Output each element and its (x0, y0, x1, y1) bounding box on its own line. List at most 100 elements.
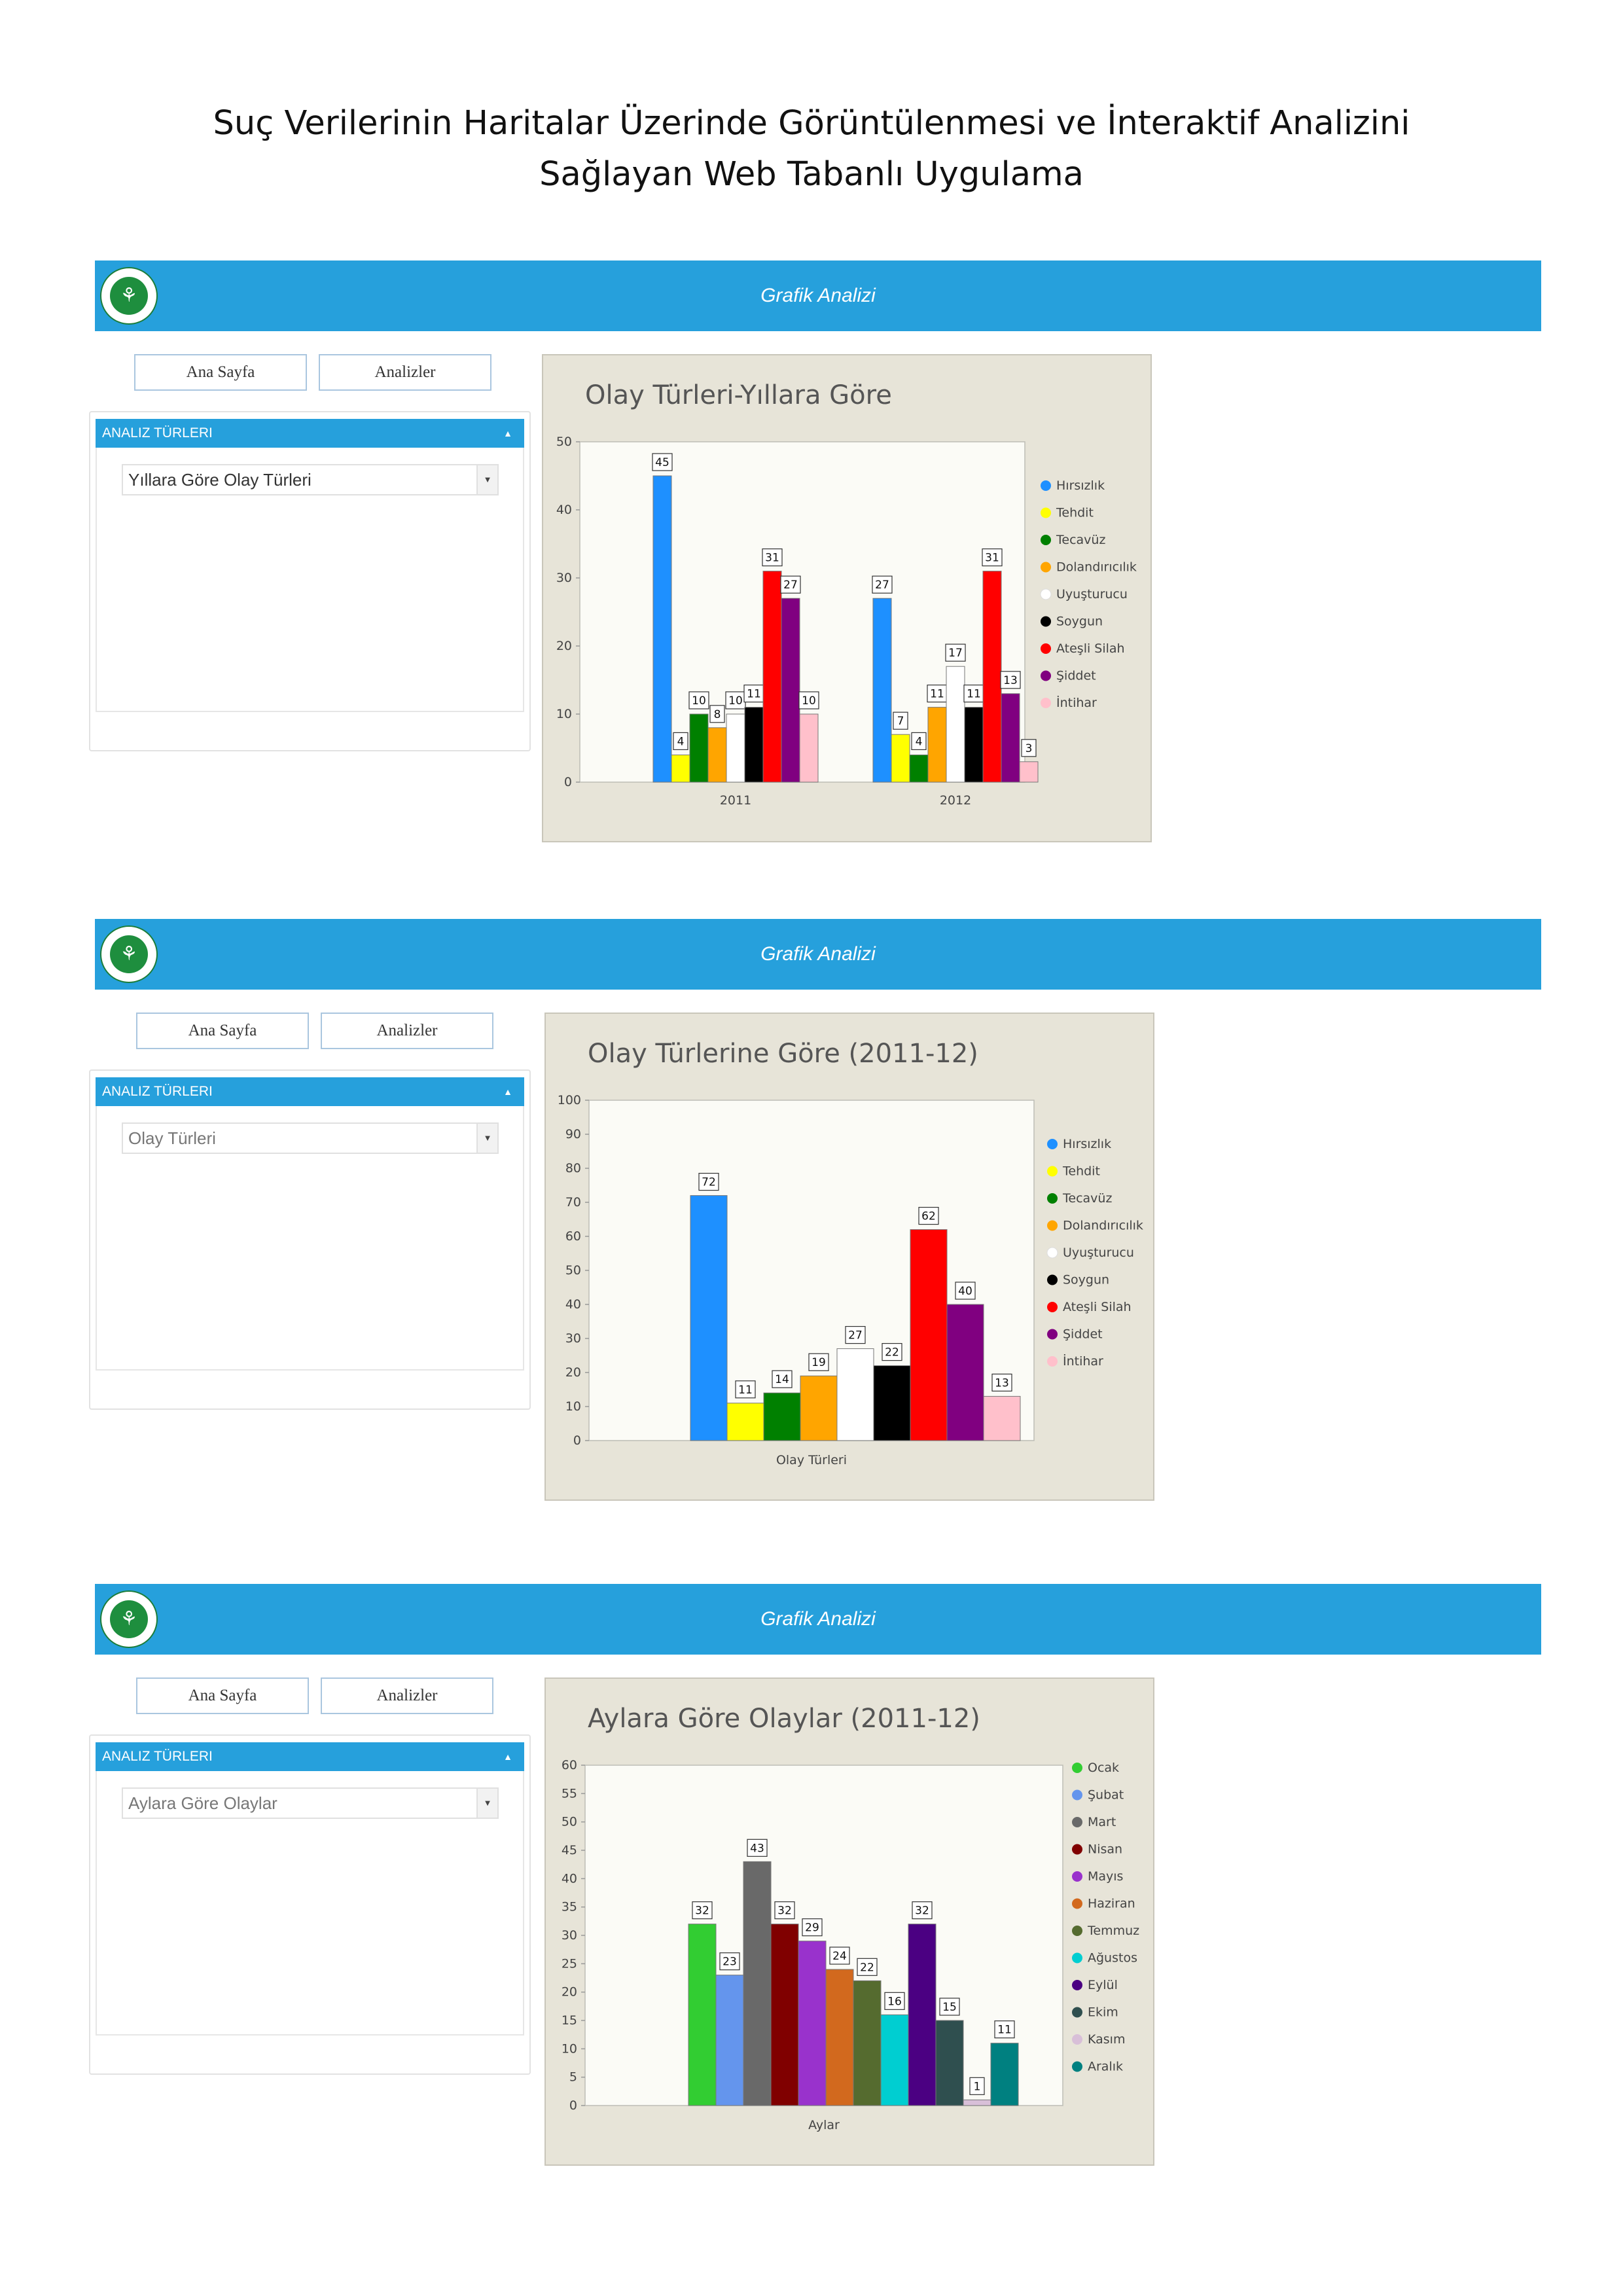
analysis-type-select[interactable]: Olay Türleri ▼ (122, 1122, 499, 1154)
analysis-type-value: Yıllara Göre Olay Türleri (128, 470, 312, 490)
chart-panel: Olay Türleri-Yıllara Göre 0 10 20 30 40 50 45 4 1… (542, 354, 1152, 842)
legend-label: Ateşli Silah (1063, 1300, 1132, 1314)
screenshot-panel-1: ⚘ Grafik Analizi Ana Sayfa Analizler ANA… (0, 260, 1623, 902)
y-tick-label: 70 (565, 1195, 581, 1210)
collapse-icon[interactable]: ▲ (503, 1742, 512, 1771)
legend-label: Ekim (1088, 2005, 1118, 2020)
legend-label: Haziran (1088, 1897, 1135, 1911)
legend-marker (1072, 2061, 1082, 2072)
y-tick-label: 90 (565, 1127, 581, 1141)
legend-marker (1041, 562, 1051, 573)
dropdown-arrow-icon[interactable]: ▼ (476, 1789, 497, 1818)
legend-marker (1046, 1247, 1058, 1259)
legend-label: Aralık (1088, 2060, 1123, 2074)
header-title: Grafik Analizi (760, 1608, 876, 1630)
analysis-type-select[interactable]: Yıllara Göre Olay Türleri ▼ (122, 464, 499, 495)
legend-label: Mayıs (1088, 1869, 1123, 1884)
y-tick-label: 15 (562, 2013, 577, 2028)
legend-marker (1041, 698, 1051, 708)
y-tick-label: 0 (573, 1433, 581, 1448)
sidebar-header[interactable]: ANALIZ TÜRLERI ▲ (96, 1742, 524, 1771)
home-button[interactable]: Ana Sayfa (134, 354, 307, 391)
home-button[interactable]: Ana Sayfa (136, 1677, 309, 1714)
x-axis-label: Aylar (808, 2118, 840, 2132)
legend-label: Şiddet (1056, 669, 1096, 683)
analyses-button[interactable]: Analizler (321, 1013, 493, 1049)
data-label: 19 (812, 1356, 826, 1369)
legend-label: Temmuz (1087, 1924, 1139, 1938)
legend-label: Ateşli Silah (1056, 641, 1125, 656)
data-label: 10 (728, 694, 743, 708)
chart-panel: Olay Türlerine Göre (2011-12) 0 10 20 30 40 50… (544, 1013, 1154, 1501)
bar (909, 754, 929, 783)
data-label: 11 (967, 688, 981, 701)
data-label: 27 (875, 579, 889, 592)
x-tick-label: 2012 (940, 793, 971, 808)
collapse-icon[interactable]: ▲ (503, 419, 512, 448)
bar (743, 1861, 772, 2106)
legend-marker (1047, 1166, 1058, 1177)
legend-marker (1072, 1763, 1082, 1773)
bar (763, 1392, 801, 1441)
y-tick-label: 40 (562, 1871, 577, 1886)
data-label: 17 (948, 647, 963, 660)
bar (770, 1924, 799, 2106)
data-label: 14 (775, 1373, 789, 1386)
chart-monthly-incidents: Aylara Göre Olaylar (2011-12) 0 5 10 15 20 25 3… (562, 1704, 1139, 2132)
analyses-button[interactable]: Analizler (321, 1677, 493, 1714)
legend-label: Dolandırıcılık (1063, 1219, 1143, 1233)
y-tick-label: 50 (565, 1263, 581, 1278)
legend-marker (1047, 1139, 1058, 1149)
sidebar-body: Yıllara Göre Olay Türleri ▼ (96, 448, 524, 712)
y-tick-label: 40 (565, 1297, 581, 1312)
bar (744, 707, 764, 783)
data-label: 11 (747, 688, 761, 701)
bar (825, 1969, 854, 2106)
y-tick-label: 20 (562, 1985, 577, 2000)
y-tick-label: 25 (562, 1956, 577, 1971)
y-tick-label: 0 (569, 2098, 577, 2113)
y-tick-label: 30 (556, 571, 572, 585)
app-header: ⚘ Grafik Analizi (95, 919, 1541, 990)
legend-marker (1072, 1789, 1082, 1801)
legend-label: Şiddet (1063, 1327, 1103, 1342)
screenshot-panel-2: ⚘ Grafik Analizi Ana Sayfa Analizler ANA… (0, 919, 1623, 1560)
legend-label: Ocak (1088, 1761, 1119, 1775)
home-button[interactable]: Ana Sayfa (136, 1013, 309, 1049)
dropdown-arrow-icon[interactable]: ▼ (476, 1124, 497, 1153)
document-title-line1: Suç Verilerinin Haritalar Üzerinde Görün… (213, 104, 1410, 143)
bar (715, 1975, 744, 2106)
bar (983, 1395, 1021, 1441)
document-title: Suç Verilerinin Haritalar Üzerinde Görün… (0, 98, 1623, 200)
sidebar-body: Aylara Göre Olaylar ▼ (96, 1771, 524, 2036)
y-tick-label: 20 (556, 639, 572, 653)
bar (800, 1375, 838, 1441)
bar (781, 598, 800, 783)
legend-marker (1047, 1329, 1058, 1340)
data-label: 7 (897, 715, 904, 728)
analysis-type-value: Aylara Göre Olaylar (128, 1793, 277, 1813)
chart-incident-types: Olay Türlerine Göre (2011-12) 0 10 20 30 40 50… (558, 1039, 1143, 1467)
legend-label: İntihar (1056, 695, 1097, 710)
data-label: 16 (887, 1995, 902, 2008)
data-label: 32 (777, 1905, 792, 1918)
legend-marker (1041, 616, 1051, 627)
sidebar-header-label: ANALIZ TÜRLERI (102, 425, 213, 440)
sidebar-header[interactable]: ANALIZ TÜRLERI ▲ (96, 1077, 524, 1106)
collapse-icon[interactable]: ▲ (503, 1077, 512, 1106)
dropdown-arrow-icon[interactable]: ▼ (476, 465, 497, 494)
sidebar-header[interactable]: ANALIZ TÜRLERI ▲ (96, 419, 524, 448)
legend-label: Mart (1088, 1815, 1116, 1829)
legend-label: Kasım (1088, 2032, 1125, 2047)
chart-year-incidents: Olay Türleri-Yıllara Göre 0 10 20 30 40 50 45 4 1… (556, 380, 1137, 808)
bar (990, 2043, 1019, 2106)
bar (690, 1195, 728, 1441)
data-label: 1 (974, 2080, 981, 2093)
analysis-type-select[interactable]: Aylara Göre Olaylar ▼ (122, 1787, 499, 1819)
bar (908, 1924, 936, 2106)
data-label: 11 (997, 2024, 1012, 2037)
chart-panel: Aylara Göre Olaylar (2011-12) 0 5 10 15 20 25 3… (544, 1677, 1154, 2166)
data-label: 10 (802, 694, 816, 708)
data-label: 27 (783, 579, 798, 592)
analyses-button[interactable]: Analizler (319, 354, 491, 391)
